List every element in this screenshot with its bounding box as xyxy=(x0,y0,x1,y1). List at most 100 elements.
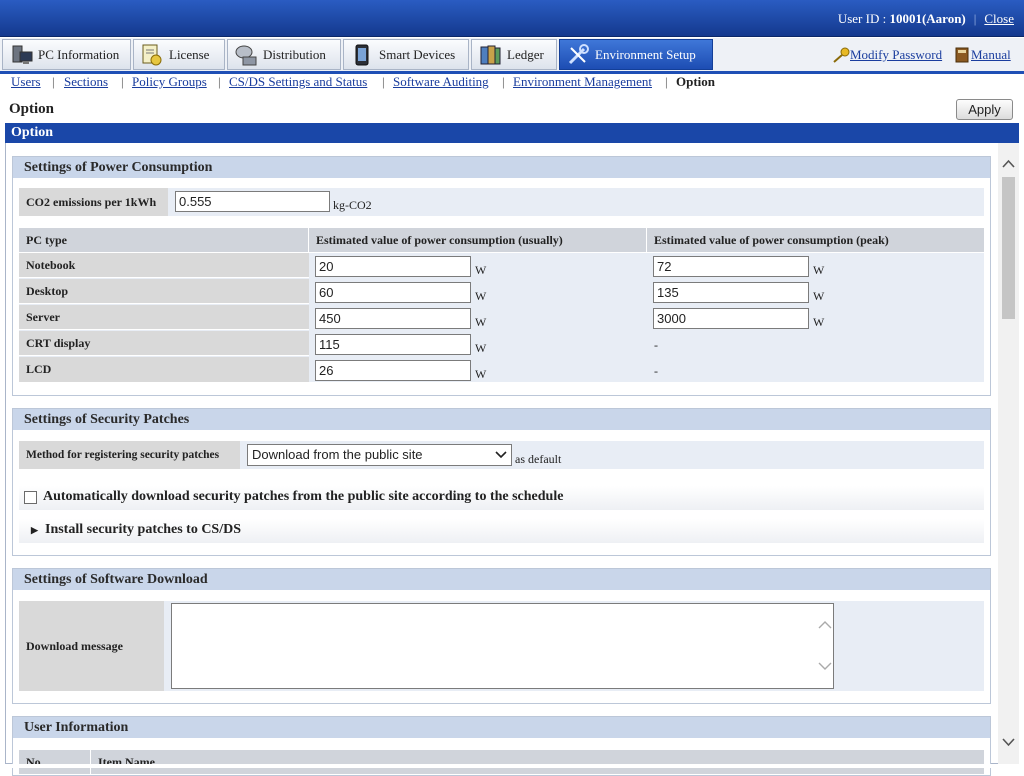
user-info: User ID : 10001(Aaron) | Close xyxy=(838,11,1014,27)
page-title: Option xyxy=(9,101,55,117)
modify-password-link-group: Modify Password xyxy=(832,47,942,63)
usual-desktop-input[interactable]: 60 xyxy=(315,282,471,303)
peak-server-input[interactable]: 3000 xyxy=(653,308,809,329)
close-link[interactable]: Close xyxy=(984,11,1014,26)
tab-environment-setup[interactable]: Environment Setup xyxy=(559,39,713,70)
tab-label: Environment Setup xyxy=(595,46,696,62)
peak-lcd-value: - xyxy=(654,364,658,378)
panel-title: Settings of Power Consumption xyxy=(24,160,213,175)
tab-label: Ledger xyxy=(507,46,544,62)
subnav-csds[interactable]: CS/DS Settings and Status xyxy=(229,74,367,89)
co2-unit: kg-CO2 xyxy=(333,198,372,212)
scroll-down-icon[interactable] xyxy=(1002,737,1015,751)
divider: | xyxy=(502,74,505,89)
method-select[interactable]: Download from the public site xyxy=(247,444,512,466)
unit-label: W xyxy=(475,315,487,329)
panel-title: Settings of Software Download xyxy=(24,572,208,587)
usual-crt-input[interactable]: 115 xyxy=(315,334,471,355)
unit-label: W xyxy=(813,315,825,329)
chevron-down-icon xyxy=(818,660,832,676)
co2-input[interactable]: 0.555 xyxy=(175,191,330,212)
tab-label: License xyxy=(169,46,210,62)
peak-notebook-input[interactable]: 72 xyxy=(653,256,809,277)
usual-notebook-input[interactable]: 20 xyxy=(315,256,471,277)
subnav-sections[interactable]: Sections xyxy=(64,74,108,89)
install-patches-row[interactable]: ▶ Install security patches to CS/DS xyxy=(19,519,984,543)
subnav-environment-management[interactable]: Environment Management xyxy=(513,74,652,89)
divider: | xyxy=(52,74,55,89)
col-usual: Estimated value of power consumption (us… xyxy=(309,228,647,252)
tab-label: Distribution xyxy=(263,46,326,62)
auto-download-label: Automatically download security patches … xyxy=(43,489,564,504)
divider: | xyxy=(218,74,221,89)
tools-icon xyxy=(566,43,590,67)
subnav-software-auditing[interactable]: Software Auditing xyxy=(393,74,489,89)
row-type-lcd: LCD xyxy=(19,357,309,382)
tab-label: Smart Devices xyxy=(379,46,456,62)
subnav-users[interactable]: Users xyxy=(11,74,41,89)
apply-button[interactable]: Apply xyxy=(956,99,1013,120)
main-tabs: PC Information License Distribution Smar… xyxy=(0,38,1024,74)
co2-label: CO2 emissions per 1kWh xyxy=(19,188,168,216)
chevron-down-icon xyxy=(495,445,507,471)
subnav-option: Option xyxy=(676,74,716,89)
scrollbar-thumb[interactable] xyxy=(1002,177,1015,319)
tab-smart-devices[interactable]: Smart Devices xyxy=(343,39,469,70)
col-peak: Estimated value of power consumption (pe… xyxy=(647,228,984,252)
usual-server-input[interactable]: 450 xyxy=(315,308,471,329)
tab-label: PC Information xyxy=(38,46,120,62)
subnav-policy-groups[interactable]: Policy Groups xyxy=(132,74,207,89)
tab-distribution[interactable]: Distribution xyxy=(227,39,341,70)
vertical-scrollbar[interactable] xyxy=(998,143,1019,764)
smartphone-icon xyxy=(350,43,374,67)
panel-header: Settings of Power Consumption xyxy=(13,157,990,178)
panel-title: Settings of Security Patches xyxy=(24,412,190,427)
row-type-server: Server xyxy=(19,305,309,330)
scroll-up-icon[interactable] xyxy=(1002,159,1015,173)
row-type-crt: CRT display xyxy=(19,331,309,356)
row-type-desktop: Desktop xyxy=(19,279,309,304)
manual-link[interactable]: Manual xyxy=(971,47,1011,63)
auto-download-row: Automatically download security patches … xyxy=(19,486,984,510)
pc-icon xyxy=(9,43,33,67)
method-label: Method for registering security patches xyxy=(19,441,240,469)
divider: | xyxy=(121,74,124,89)
software-download-panel: Settings of Software Download Download m… xyxy=(12,568,991,704)
unit-label: W xyxy=(475,263,487,277)
usual-lcd-input[interactable]: 26 xyxy=(315,360,471,381)
method-select-value: Download from the public site xyxy=(252,447,423,462)
section-title-bar: Option xyxy=(5,123,1019,143)
divider: | xyxy=(973,11,977,26)
peak-desktop-input[interactable]: 135 xyxy=(653,282,809,303)
section-title: Option xyxy=(11,125,54,140)
download-message-textarea[interactable] xyxy=(171,603,834,689)
panel-header: User Information xyxy=(13,717,990,738)
col-item-name: Item Name xyxy=(91,750,984,774)
license-icon xyxy=(140,43,164,67)
book-icon xyxy=(954,47,971,63)
page-header: Option xyxy=(0,97,1024,121)
message-label: Download message xyxy=(19,601,164,691)
tab-pc-information[interactable]: PC Information xyxy=(2,39,131,70)
power-consumption-panel: Settings of Power Consumption CO2 emissi… xyxy=(12,156,991,396)
install-patches-label: Install security patches to CS/DS xyxy=(45,522,242,537)
triangle-right-icon: ▶ xyxy=(31,525,38,535)
auto-download-checkbox[interactable] xyxy=(24,491,37,504)
unit-label: W xyxy=(475,367,487,381)
tab-ledger[interactable]: Ledger xyxy=(471,39,557,70)
distribution-icon xyxy=(234,43,258,67)
user-id-value: 10001(Aaron) xyxy=(889,11,966,26)
panel-title: User Information xyxy=(24,720,129,735)
method-suffix: as default xyxy=(515,452,562,466)
unit-label: W xyxy=(475,341,487,355)
security-patches-panel: Settings of Security Patches Method for … xyxy=(12,408,991,556)
modify-password-link[interactable]: Modify Password xyxy=(850,47,942,63)
sub-navigation: Users | Sections | Policy Groups | CS/DS… xyxy=(0,74,1024,94)
tab-license[interactable]: License xyxy=(133,39,225,70)
unit-label: W xyxy=(475,289,487,303)
panel-header: Settings of Software Download xyxy=(13,569,990,590)
unit-label: W xyxy=(813,289,825,303)
col-pc-type: PC type xyxy=(19,228,309,252)
chevron-up-icon xyxy=(818,619,832,635)
top-bar: User ID : 10001(Aaron) | Close xyxy=(0,0,1024,37)
